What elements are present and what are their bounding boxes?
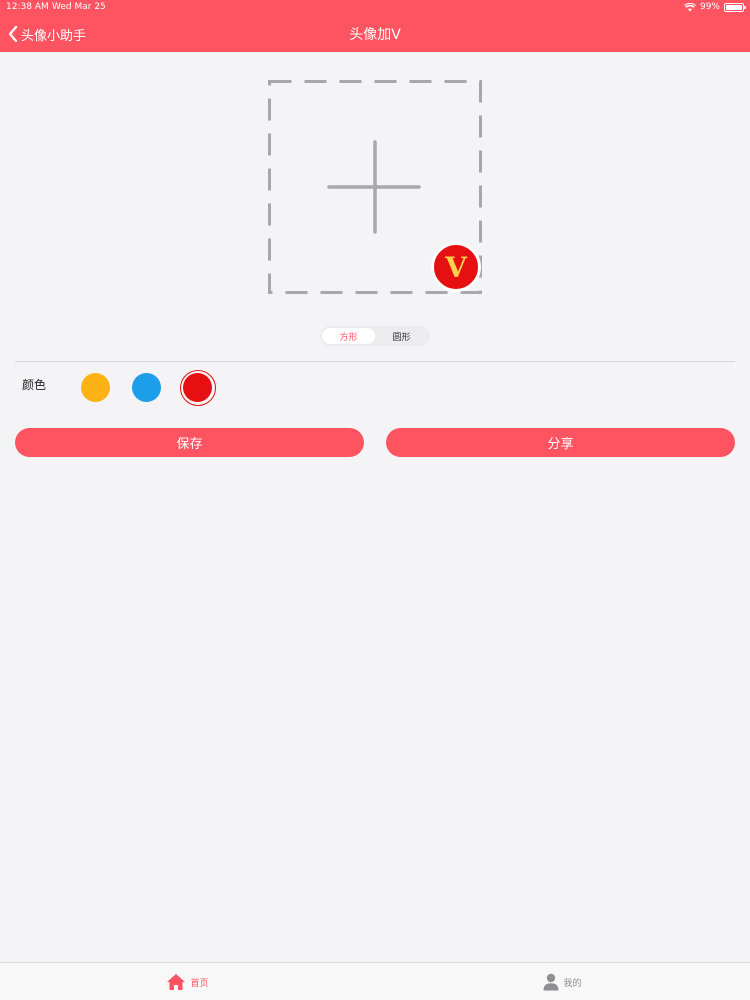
save-button[interactable]: 保存 bbox=[15, 428, 364, 457]
divider bbox=[15, 361, 735, 362]
color-swatch-blue[interactable] bbox=[132, 373, 161, 402]
shape-option-circle[interactable]: 圆形 bbox=[375, 328, 428, 344]
status-bar: 12:38 AM Wed Mar 25 99% bbox=[0, 0, 750, 14]
shape-option-square[interactable]: 方形 bbox=[322, 328, 375, 344]
status-date: Wed Mar 25 bbox=[52, 2, 106, 12]
status-time: 12:38 AM bbox=[6, 2, 49, 12]
tab-profile[interactable]: 我的 bbox=[375, 963, 750, 1000]
battery-icon bbox=[724, 2, 746, 12]
tab-home-label: 首页 bbox=[190, 978, 209, 989]
page-title: 头像加V bbox=[349, 27, 401, 43]
share-button[interactable]: 分享 bbox=[386, 428, 735, 457]
color-swatch-yellow[interactable] bbox=[81, 373, 110, 402]
wifi-icon bbox=[683, 2, 696, 11]
color-label: 颜色 bbox=[22, 378, 47, 392]
color-swatch-red[interactable] bbox=[183, 373, 212, 402]
shape-segment-control: 方形 圆形 bbox=[320, 326, 430, 346]
tab-profile-label: 我的 bbox=[563, 978, 582, 989]
tab-home[interactable]: 首页 bbox=[0, 963, 375, 1000]
v-badge-preview: V bbox=[431, 242, 481, 292]
tab-bar: 首页 我的 bbox=[0, 962, 750, 1000]
navigation-header: 12:38 AM Wed Mar 25 99% 头像小助手 头像加V bbox=[0, 0, 750, 52]
battery-percent: 99% bbox=[699, 2, 720, 12]
home-icon bbox=[167, 974, 186, 990]
user-icon bbox=[543, 973, 559, 991]
status-right: 99% bbox=[683, 2, 746, 12]
